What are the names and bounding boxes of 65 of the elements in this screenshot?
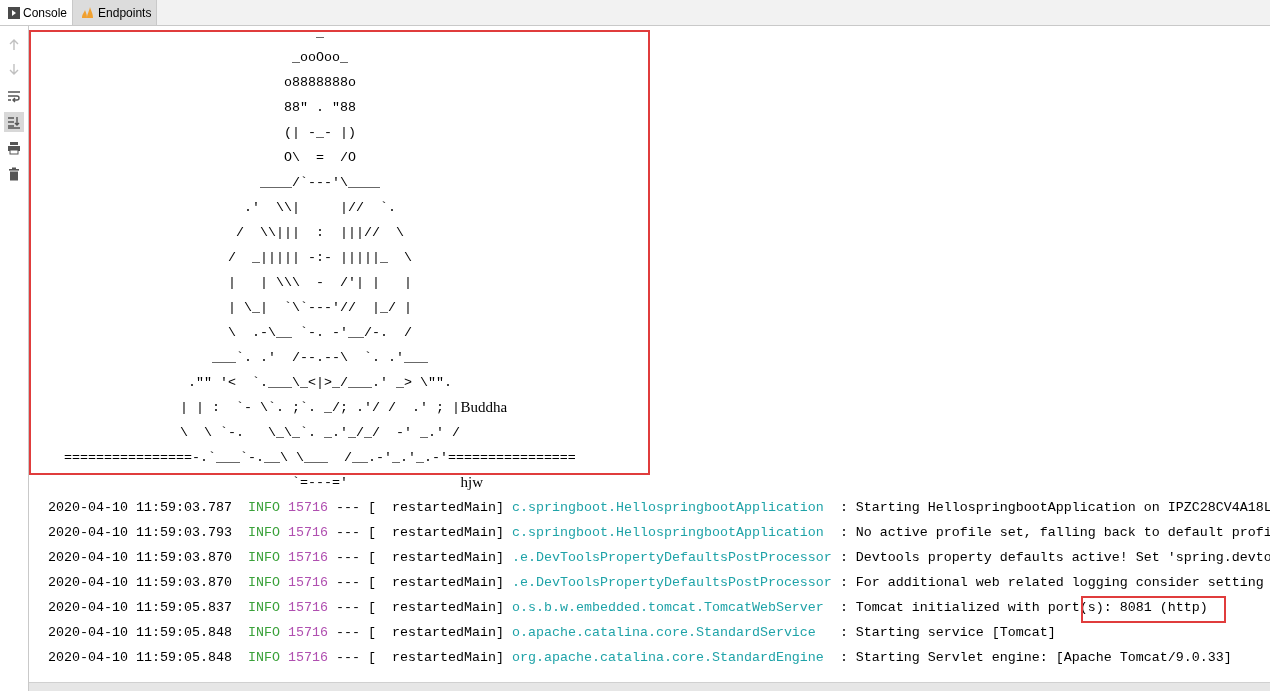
timestamp: 2020-04-10 11:59:03.793 (48, 525, 232, 540)
log-level: INFO (247, 575, 280, 590)
logger-name: .e.DevToolsPropertyDefaultsPostProcessor (511, 550, 832, 565)
ascii-art-line: ___`. .' /--.--\ `. .'___ (211, 349, 428, 367)
logger-name: org.apache.catalina.core.StandardEngine (511, 650, 824, 665)
thread-name: --- [ restartedMain] (335, 500, 504, 515)
process-id: 15716 (287, 575, 328, 590)
process-id: 15716 (287, 650, 328, 665)
log-level: INFO (247, 600, 280, 615)
log-level: INFO (247, 500, 280, 515)
log-level: INFO (247, 525, 280, 540)
process-id: 15716 (287, 625, 328, 640)
ascii-art-line: | | \\\ - /'| | | (227, 274, 412, 292)
timestamp: 2020-04-10 11:59:03.870 (48, 550, 232, 565)
log-level: INFO (247, 550, 280, 565)
banner-caption: hjw (460, 473, 483, 492)
ascii-art-line: `=---=' (291, 474, 348, 492)
thread-name: --- [ restartedMain] (335, 550, 504, 565)
scroll-to-end-icon[interactable] (4, 112, 24, 132)
process-id: 15716 (287, 525, 328, 540)
ascii-art-line: 88" . "88 (283, 99, 356, 117)
banner-caption: Buddha (460, 398, 508, 417)
tab[interactable]: Endpoints (73, 0, 158, 25)
thread-name: --- [ restartedMain] (335, 575, 504, 590)
ascii-art-line: .' \\| |// `. (243, 199, 396, 217)
timestamp: 2020-04-10 11:59:05.837 (48, 600, 232, 615)
logger-name: o.apache.catalina.core.StandardService (511, 625, 816, 640)
timestamp: 2020-04-10 11:59:05.848 (48, 625, 232, 640)
ascii-art-line: \ .-\__ `-. -'__/-. / (227, 324, 412, 342)
ascii-art-line: | | : `- \`. ;`. _/; .'/ / .' ; | (179, 399, 460, 417)
thread-name: --- [ restartedMain] (335, 650, 504, 665)
process-id: 15716 (287, 600, 328, 615)
process-id: 15716 (287, 500, 328, 515)
ascii-art-line: / \\||| : |||// \ (235, 224, 404, 242)
thread-name: --- [ restartedMain] (335, 525, 504, 540)
ascii-art-line: ."" '< `.___\_<|>_/___.' _> \"". (187, 374, 452, 392)
ascii-art-line: | \_| `\`---'// |_/ | (227, 299, 412, 317)
ascii-art-line: / _||||| -:- |||||_ \ (227, 249, 412, 267)
log-level: INFO (247, 625, 280, 640)
log-message: : Starting service [Tomcat] (839, 625, 1056, 640)
ascii-art-line: (| -_- |) (283, 124, 356, 142)
ascii-art-line: o8888888o (283, 74, 356, 92)
process-id: 15716 (287, 550, 328, 565)
log-message: : For additional web related logging consider setting (839, 575, 1264, 590)
thread-name: --- [ restartedMain] (335, 600, 504, 615)
flame-icon (81, 6, 96, 19)
ascii-art-line: \ \ `-. \_\_`. _.'_/_/ -' _.' / (179, 424, 460, 442)
ascii-art-line: ____/`---'\____ (259, 174, 380, 192)
log-level: INFO (247, 650, 280, 665)
ascii-art-line: ================-.`___`-.__\ \___ /__.-'_.'_.-'================ (64, 449, 576, 467)
logger-name: c.springboot.HellospringbootApplication (511, 500, 824, 515)
ascii-art-line: _ooOoo_ (291, 49, 348, 67)
horizontal-scrollbar[interactable] (29, 682, 1270, 691)
timestamp: 2020-04-10 11:59:05.848 (48, 650, 232, 665)
thread-name: --- [ restartedMain] (335, 625, 504, 640)
ascii-art-line: O\ = /O (283, 149, 356, 167)
logger-name: c.springboot.HellospringbootApplication (511, 525, 824, 540)
logger-name: .e.DevToolsPropertyDefaultsPostProcessor (511, 575, 832, 590)
logger-name: o.s.b.w.embedded.tomcat.TomcatWebServer (511, 600, 824, 615)
log-message: : Starting Servlet engine: [Apache Tomcat/9.0.33] (839, 650, 1232, 665)
tab[interactable]: Console (0, 0, 74, 25)
ascii-art-line: _ (315, 26, 324, 42)
timestamp: 2020-04-10 11:59:03.787 (48, 500, 232, 515)
timestamp: 2020-04-10 11:59:03.870 (48, 575, 232, 590)
console-icon (8, 6, 20, 19)
